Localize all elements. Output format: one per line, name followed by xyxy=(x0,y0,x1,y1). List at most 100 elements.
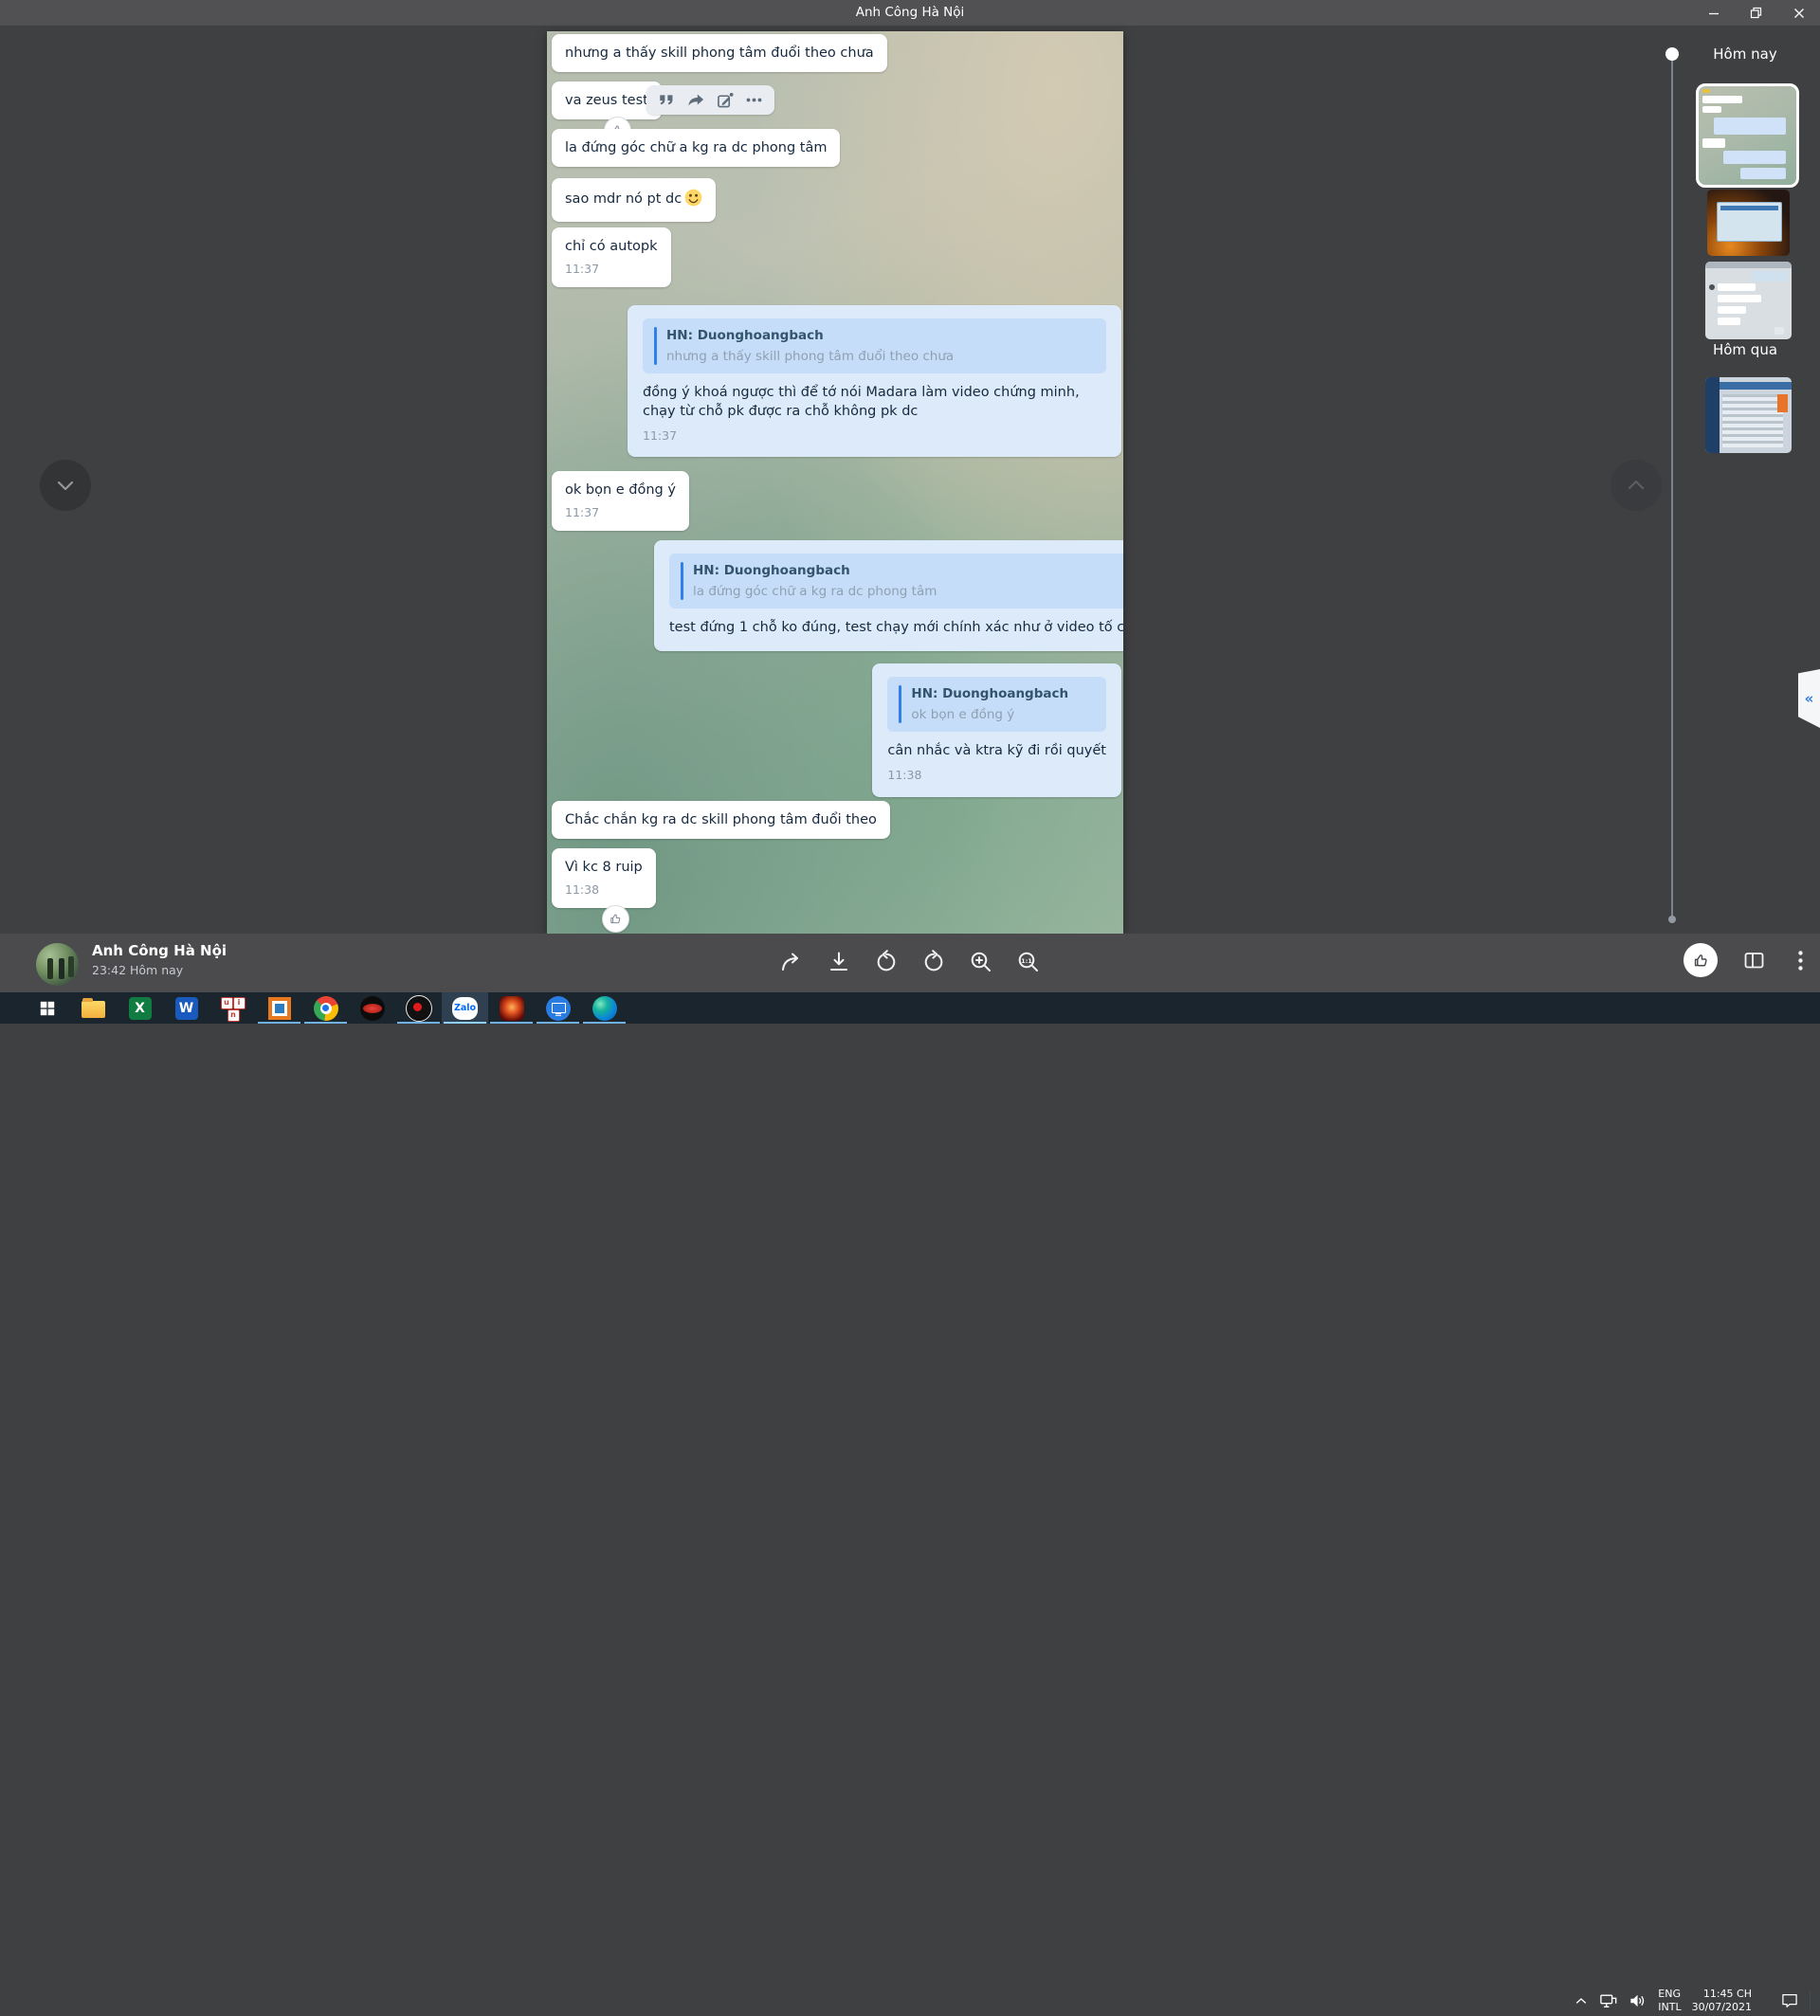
thumbnail-chat-screenshot-selected[interactable] xyxy=(1696,83,1799,188)
quote-icon[interactable] xyxy=(659,94,675,106)
edit-icon[interactable] xyxy=(717,92,734,108)
tray-date: 30/07/2021 xyxy=(1692,2001,1752,2014)
quote-author: HN: Duonghoangbach xyxy=(693,562,937,579)
taskbar-zalo[interactable]: Zalo xyxy=(442,992,488,1024)
taskbar-word[interactable]: W xyxy=(163,992,209,1024)
minimize-icon xyxy=(1708,8,1720,19)
taskbar-file-explorer[interactable] xyxy=(70,992,117,1024)
collapse-sidebar-button[interactable]: « xyxy=(1798,669,1820,728)
more-options-button[interactable] xyxy=(1790,943,1811,977)
taskbar-edge[interactable] xyxy=(581,992,628,1024)
image-viewer: nhưng a thấy skill phong tâm đuổi theo c… xyxy=(0,26,1820,934)
dark-red-app-icon xyxy=(360,996,385,1021)
minimize-button[interactable] xyxy=(1692,0,1735,26)
taskbar-excel[interactable]: X xyxy=(117,992,163,1024)
download-button[interactable] xyxy=(822,945,856,979)
sender-name: Anh Công Hà Nội xyxy=(92,942,227,959)
screen-recorder-icon xyxy=(406,995,432,1022)
start-button[interactable] xyxy=(24,992,70,1024)
chevron-up-icon xyxy=(1624,473,1648,498)
language-indicator[interactable]: ENG INTL xyxy=(1658,1988,1681,2014)
network-icon[interactable] xyxy=(1599,1992,1618,2009)
chat-bubble: va zeus test xyxy=(552,82,662,119)
avatar[interactable] xyxy=(36,943,79,986)
prev-image-button[interactable] xyxy=(40,460,91,511)
next-image-button[interactable] xyxy=(1611,460,1662,511)
taskbar-screen-recorder[interactable] xyxy=(395,992,442,1024)
quote-author: HN: Duonghoangbach xyxy=(911,685,1068,702)
window-titlebar: Anh Công Hà Nội xyxy=(0,0,1820,26)
message-time: 11:37 xyxy=(565,262,658,277)
chevron-down-icon xyxy=(53,473,78,498)
close-button[interactable] xyxy=(1777,0,1820,26)
chat-reply-bubble: HN: Duonghoangbach la đứng góc chữ a kg … xyxy=(654,540,1123,651)
remote-desktop-icon xyxy=(546,996,571,1021)
quoted-message: HN: Duonghoangbach nhưng a thấy skill ph… xyxy=(643,318,1106,373)
zoom-in-button[interactable] xyxy=(964,945,998,979)
hidden-icons-chevron[interactable] xyxy=(1574,1993,1589,2008)
thumbnail-orange-photo[interactable] xyxy=(1707,190,1790,256)
forward-icon[interactable] xyxy=(687,93,704,107)
message-time: 11:38 xyxy=(565,882,643,898)
taskbar-apps: X W u i n Zalo xyxy=(24,992,628,1024)
svg-text:1:1: 1:1 xyxy=(1021,957,1032,965)
share-icon xyxy=(779,950,804,974)
taskbar-unikey[interactable]: u i n xyxy=(209,992,256,1024)
system-tray: ENG INTL 11:45 CH 30/07/2021 xyxy=(1574,1985,1820,2016)
message-time: 11:37 xyxy=(643,428,1106,445)
timeline-handle[interactable] xyxy=(1665,47,1679,61)
more-icon[interactable] xyxy=(746,98,762,102)
rotate-left-icon xyxy=(874,950,899,974)
taskbar-mu-game[interactable] xyxy=(488,992,535,1024)
show-desktop-divider[interactable] xyxy=(1810,1990,1811,2011)
viewer-footer: Anh Công Hà Nội 23:42 Hôm nay 1:1 xyxy=(0,934,1820,992)
quote-text: ok bọn e đồng ý xyxy=(911,706,1068,723)
split-view-button[interactable] xyxy=(1737,943,1771,977)
clock[interactable]: 11:45 CH 30/07/2021 xyxy=(1692,1988,1752,2014)
quote-bar xyxy=(899,685,901,723)
taskbar-vmware[interactable] xyxy=(256,992,302,1024)
rotate-right-button[interactable] xyxy=(917,945,951,979)
timeline-end-dot xyxy=(1668,916,1676,923)
word-icon: W xyxy=(175,997,198,1020)
rotate-left-button[interactable] xyxy=(869,945,903,979)
taskbar-remote-desktop[interactable] xyxy=(535,992,581,1024)
tray-time: 11:45 CH xyxy=(1692,1988,1752,2001)
edge-icon xyxy=(592,996,617,1021)
quote-author: HN: Duonghoangbach xyxy=(666,327,954,344)
volume-icon[interactable] xyxy=(1629,1992,1647,2009)
sidebar-yesterday-label: Hôm qua xyxy=(1683,341,1808,358)
restore-button[interactable] xyxy=(1735,0,1777,26)
thumbnail-gray-chat[interactable] xyxy=(1705,262,1792,339)
unikey-icon: u i n xyxy=(221,996,246,1021)
message-time: 11:38 xyxy=(887,768,1106,784)
taskbar: X W u i n Zalo xyxy=(0,992,1820,1024)
taskbar-chrome[interactable] xyxy=(302,992,349,1024)
chrome-icon xyxy=(314,996,338,1021)
restore-icon xyxy=(1750,7,1762,19)
taskbar-dark-red-app[interactable] xyxy=(349,992,395,1024)
window-controls xyxy=(1692,0,1820,26)
message-time: 11:37 xyxy=(565,505,676,520)
vmware-player-icon xyxy=(268,997,291,1020)
like-button[interactable] xyxy=(1684,943,1718,977)
thumbs-up-icon xyxy=(609,912,623,926)
message-text: test đứng 1 chỗ ko đúng, test chạy mới c… xyxy=(669,619,1123,638)
message-hover-toolbar xyxy=(646,85,774,115)
viewer-right-tools xyxy=(1684,943,1811,977)
chat-bubble: Vì kc 8 ruip 11:38 xyxy=(552,848,656,908)
windows-logo-icon xyxy=(39,1000,56,1017)
split-view-icon xyxy=(1742,949,1766,972)
share-button[interactable] xyxy=(774,945,809,979)
quoted-message: HN: Duonghoangbach la đứng góc chữ a kg … xyxy=(669,554,1123,608)
rotate-right-icon xyxy=(921,950,946,974)
chat-bubble: Chắc chắn kg ra dc skill phong tâm đuổi … xyxy=(552,801,890,839)
thumbnail-table-screenshot[interactable] xyxy=(1705,377,1792,453)
quote-text: la đứng góc chữ a kg ra dc phong tâm xyxy=(693,583,937,600)
chat-bubble: nhưng a thấy skill phong tâm đuổi theo c… xyxy=(552,34,887,72)
zoom-in-icon xyxy=(969,950,993,974)
actual-size-button[interactable]: 1:1 xyxy=(1011,945,1046,979)
zalo-icon: Zalo xyxy=(452,997,478,1020)
smiling-face-emoji xyxy=(684,189,702,211)
action-center-icon[interactable] xyxy=(1780,1991,1799,2009)
